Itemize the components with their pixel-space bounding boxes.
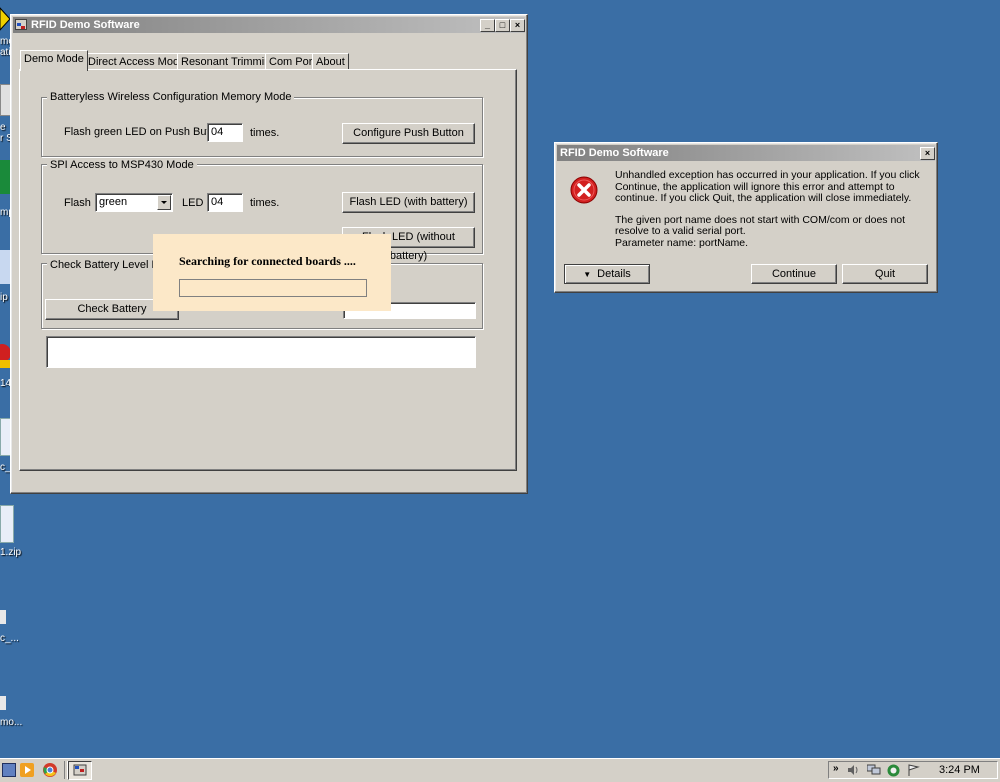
times-label: times.	[250, 127, 280, 139]
tab-demo-mode[interactable]: Demo Mode	[20, 50, 88, 71]
desktop-icon-3[interactable]	[0, 160, 10, 194]
main-title-bar[interactable]: RFID Demo Software _ □ ×	[13, 17, 525, 33]
continue-button[interactable]: Continue	[751, 264, 837, 284]
desktop-icon-label: ip	[0, 292, 8, 303]
minimize-icon[interactable]: _	[480, 19, 495, 32]
led-color-select[interactable]: green	[95, 193, 173, 212]
taskbar: » 3:24 PM	[0, 758, 1000, 782]
desktop-icon-9[interactable]	[0, 696, 6, 710]
led-label: LED	[182, 197, 204, 209]
security-icon[interactable]	[887, 764, 900, 777]
error-icon	[569, 175, 599, 205]
group-batteryless-title: Batteryless Wireless Configuration Memor…	[47, 91, 295, 103]
tab-about[interactable]: About	[312, 53, 349, 70]
network-icon[interactable]	[866, 764, 881, 776]
desktop-icon-label: c_	[0, 462, 11, 473]
action-center-flag-icon[interactable]	[907, 764, 920, 777]
maximize-icon[interactable]: □	[495, 19, 510, 32]
desktop-icon-label: ati	[0, 47, 11, 58]
taskbar-app-button[interactable]	[68, 761, 92, 780]
desktop-icon-label: mo...	[0, 717, 23, 728]
close-icon[interactable]: ×	[510, 19, 525, 32]
quit-button[interactable]: Quit	[842, 264, 928, 284]
tab-direct-access-mode[interactable]: Direct Access Mode	[84, 53, 190, 70]
close-icon[interactable]: ×	[920, 147, 935, 160]
clock[interactable]: 3:24 PM	[939, 764, 980, 776]
flash-led-with-battery-button[interactable]: Flash LED (with battery)	[342, 192, 475, 213]
spi-times-label: times.	[250, 197, 280, 209]
chevron-down-icon[interactable]	[157, 195, 171, 210]
led-color-value: green	[99, 196, 128, 208]
flash-label: Flash	[64, 197, 91, 209]
volume-icon[interactable]	[847, 764, 860, 776]
flash-green-label: Flash green LED on Push Button	[64, 126, 225, 138]
error-message: Unhandled exception has occurred in your…	[615, 169, 920, 249]
error-message-parameter: Parameter name: portName.	[615, 236, 749, 249]
desktop-icon-5[interactable]	[0, 338, 11, 372]
push-button-times-input[interactable]: 04	[207, 123, 243, 142]
error-dialog: RFID Demo Software × Unhandled exception…	[554, 142, 938, 293]
desktop-icon-label: c_...	[0, 633, 19, 644]
error-message-detail: The given port name does not start with …	[615, 213, 906, 237]
search-popup-text: Searching for connected boards ....	[179, 254, 356, 268]
show-hidden-icons-icon[interactable]: »	[833, 763, 839, 774]
desktop-icon-8[interactable]	[0, 610, 6, 624]
error-message-main: Unhandled exception has occurred in your…	[615, 169, 920, 204]
details-button-label: Details	[597, 268, 631, 280]
chrome-icon[interactable]	[43, 763, 57, 777]
group-spi-title: SPI Access to MSP430 Mode	[47, 159, 197, 171]
configure-push-button[interactable]: Configure Push Button	[342, 123, 475, 144]
status-output-box[interactable]	[46, 336, 476, 368]
desktop-icon-1[interactable]	[0, 4, 11, 34]
desktop-icon-4[interactable]	[0, 250, 10, 284]
main-window-title: RFID Demo Software	[31, 19, 140, 31]
app-icon	[15, 19, 27, 30]
desktop-icon[interactable]	[2, 763, 16, 777]
spi-times-input[interactable]: 04	[207, 193, 243, 212]
error-title-bar[interactable]: RFID Demo Software ×	[557, 145, 935, 161]
desktop-icon-label: e	[0, 122, 6, 133]
error-dialog-title: RFID Demo Software	[560, 147, 669, 159]
desktop-icon-label: 1.zip	[0, 547, 22, 558]
chevron-down-icon: ▼	[583, 270, 592, 279]
details-button[interactable]: ▼ Details	[564, 264, 650, 284]
desktop-icon-7[interactable]	[0, 505, 14, 543]
system-tray: » 3:24 PM	[828, 761, 998, 779]
media-player-icon[interactable]	[20, 763, 34, 777]
search-progress-bar	[179, 279, 367, 297]
search-popup: Searching for connected boards ....	[153, 234, 391, 311]
